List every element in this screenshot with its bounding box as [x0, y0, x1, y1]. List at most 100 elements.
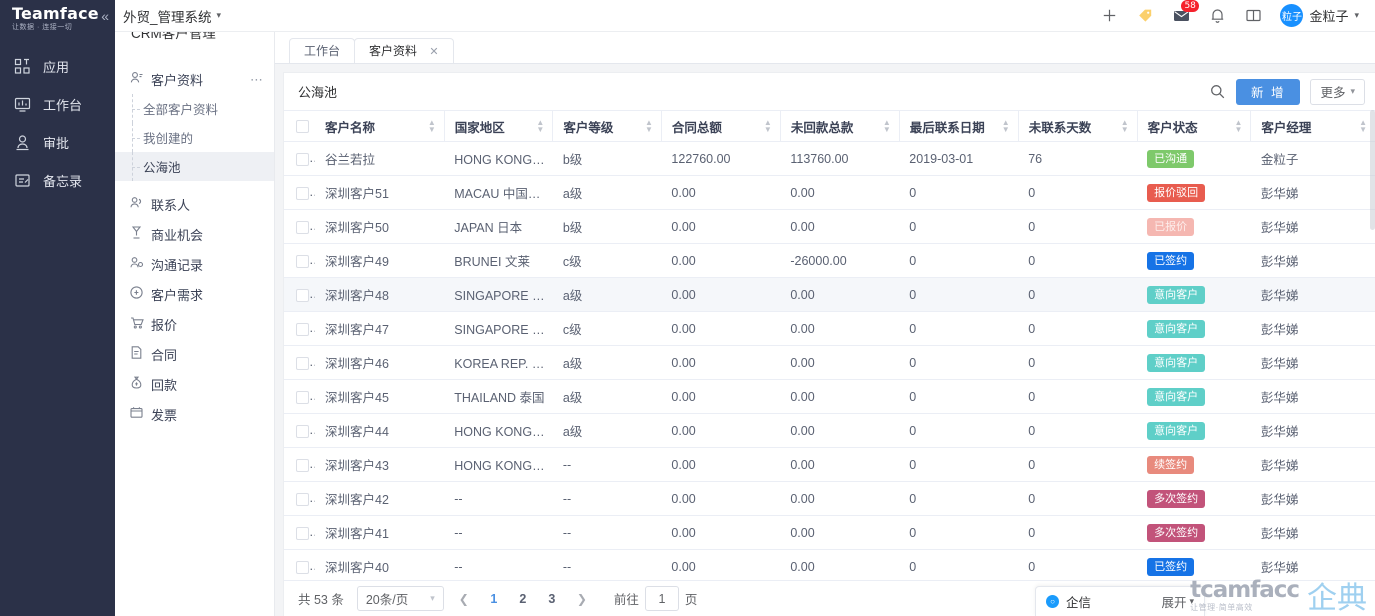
cell-manager: 彭华娣: [1250, 549, 1375, 580]
bell-icon[interactable]: [1208, 6, 1227, 25]
sidebar-item-customer-data[interactable]: 客户资料 ⋯: [115, 64, 274, 94]
sort-icon[interactable]: ▲ ▼: [422, 119, 436, 134]
status-badge: 已签约: [1147, 251, 1195, 270]
more-button[interactable]: 更多 ▾: [1310, 78, 1365, 105]
row-checkbox[interactable]: [296, 424, 309, 438]
prev-page-button[interactable]: ❮: [453, 592, 475, 606]
sidebar-item-public-pool[interactable]: 公海池: [115, 152, 274, 181]
table-row[interactable]: 深圳客户51 MACAU 中国澳门 a级 0.00 0.00 0 0 报价驳回 彭华娣: [284, 175, 1375, 210]
table-row[interactable]: 深圳客户42 -- -- 0.00 0.00 0 0 多次签约 彭华娣: [284, 481, 1375, 516]
row-select-cell: [284, 413, 316, 448]
sort-icon[interactable]: ▲ ▼: [639, 119, 653, 134]
column-header-days-no-contact[interactable]: 未联系天数 ▲ ▼: [1017, 110, 1138, 142]
sidebar-item-contract[interactable]: 合同: [115, 339, 274, 369]
row-checkbox[interactable]: [296, 152, 309, 166]
sidebar-item-created-by-me[interactable]: 我创建的: [115, 123, 274, 152]
page-number-3[interactable]: 3: [542, 592, 562, 606]
column-header-status[interactable]: 客户状态 ▲ ▼: [1136, 110, 1251, 142]
cell-grade: b级: [552, 141, 662, 176]
sidebar-item-approval[interactable]: 审批: [0, 123, 115, 161]
add-button[interactable]: 新 增: [1235, 78, 1301, 105]
sort-icon[interactable]: ▲ ▼: [1228, 119, 1242, 134]
cell-status: 意向客户: [1137, 345, 1251, 380]
sidebar-item-quote[interactable]: 报价: [115, 309, 274, 339]
chat-widget[interactable]: ○ 企信 展开 ▾: [1035, 586, 1205, 616]
tag-icon[interactable]: [1136, 6, 1155, 25]
sidebar-item-opportunity[interactable]: 商业机会: [115, 219, 274, 249]
user-menu[interactable]: 粒子 金粒子 ▾: [1280, 4, 1359, 27]
sort-icon[interactable]: ▲ ▼: [1353, 119, 1367, 134]
table-row[interactable]: 深圳客户45 THAILAND 泰国 a级 0.00 0.00 0 0 意向客户 彭华娣: [284, 379, 1375, 414]
column-header-unpaid-total[interactable]: 未回款总款 ▲ ▼: [779, 110, 900, 142]
sort-icon[interactable]: ▲ ▼: [877, 119, 891, 134]
close-icon[interactable]: ✕: [429, 46, 438, 58]
avatar[interactable]: 粒子: [1280, 4, 1304, 27]
sidebar-item-contacts[interactable]: 联系人: [115, 189, 274, 219]
table-row[interactable]: 深圳客户48SINGAPORE 新加坡⌄a级0.000.0000意向客户彭华娣: [284, 277, 1375, 312]
row-checkbox[interactable]: [296, 288, 309, 302]
sidebar-item-all-customers[interactable]: 全部客户资料: [115, 94, 274, 123]
table-row[interactable]: 深圳客户41 -- -- 0.00 0.00 0 0 多次签约 彭华娣: [284, 515, 1375, 550]
table-row[interactable]: 深圳客户46 KOREA REP. 韩国 a级 0.00 0.00 0 0 意向客户 彭华娣: [284, 345, 1375, 380]
row-checkbox[interactable]: [296, 390, 309, 404]
sidebar-item-communication[interactable]: 沟通记录: [115, 249, 274, 279]
sort-icon[interactable]: ▲ ▼: [996, 119, 1010, 134]
column-header-country[interactable]: 国家地区 ▲ ▼: [443, 110, 553, 142]
row-checkbox[interactable]: [296, 220, 309, 234]
cell-contract-total: 0.00: [661, 243, 781, 278]
sort-icon[interactable]: ▲ ▼: [1115, 119, 1129, 134]
cell-grade: c级: [552, 311, 662, 346]
chat-expand-button[interactable]: 展开 ▾: [1161, 592, 1194, 611]
row-checkbox[interactable]: [296, 186, 309, 200]
tab-customer-data[interactable]: 客户资料 ✕: [354, 38, 454, 63]
table-row[interactable]: 深圳客户47SINGAPORE 新加坡c级0.000.0000意向客户彭华娣: [284, 311, 1375, 346]
chevrons-left-icon[interactable]: «: [101, 9, 109, 23]
system-selector[interactable]: 外贸_管理系统 ▾: [123, 6, 221, 26]
tab-workbench[interactable]: 工作台: [289, 38, 356, 63]
sidebar-item-apps[interactable]: 应用: [0, 47, 115, 85]
column-header-name[interactable]: 客户名称 ▲ ▼: [315, 110, 445, 142]
page-number-2[interactable]: 2: [513, 592, 533, 606]
column-header-manager[interactable]: 客户经理 ▲ ▼: [1250, 110, 1375, 142]
row-checkbox[interactable]: [296, 526, 309, 540]
column-header-contract-total[interactable]: 合同总额 ▲ ▼: [660, 110, 781, 142]
cell-contract-total: 0.00: [661, 413, 781, 448]
table-row[interactable]: 深圳客户43HONG KONG 中国...--0.000.0000续签约彭华娣: [284, 447, 1375, 482]
cell-customer-name: 深圳客户41: [315, 515, 445, 550]
cell-country: HONG KONG 中国...: [444, 413, 553, 448]
mail-icon[interactable]: 58: [1172, 0, 1199, 25]
plus-icon[interactable]: [1100, 6, 1119, 25]
table-row[interactable]: 深圳客户44HONG KONG 中国...a级0.000.0000意向客户彭华娣: [284, 413, 1375, 448]
column-header-grade[interactable]: 客户等级 ▲ ▼: [552, 110, 662, 142]
sort-icon[interactable]: ▲ ▼: [758, 119, 772, 134]
row-checkbox[interactable]: [296, 254, 309, 268]
table-row[interactable]: 深圳客户50 JAPAN 日本 b级 0.00 0.00 0 0 已报价 彭华娣: [284, 209, 1375, 244]
page-size-select[interactable]: 20条/页 ▾: [356, 586, 444, 611]
row-checkbox[interactable]: [296, 322, 309, 336]
sort-icon[interactable]: ▲ ▼: [530, 119, 544, 134]
row-checkbox[interactable]: [296, 492, 309, 506]
book-icon[interactable]: [1244, 6, 1263, 25]
page-number-1[interactable]: 1: [484, 592, 504, 606]
table-row[interactable]: 深圳客户40 -- -- 0.00 0.00 0 0 已签约 彭华娣: [284, 549, 1375, 580]
cell-customer-name: 谷兰若拉: [315, 141, 445, 176]
select-all-checkbox[interactable]: [296, 120, 309, 134]
sidebar-item-invoice[interactable]: 发票: [115, 399, 274, 429]
column-header-last-contact[interactable]: 最后联系日期 ▲ ▼: [898, 110, 1019, 142]
sidebar-item-payment[interactable]: 回款: [115, 369, 274, 399]
next-page-button[interactable]: ❯: [571, 592, 593, 606]
sidebar-item-requirement[interactable]: 客户需求: [115, 279, 274, 309]
table-row[interactable]: 谷兰若拉HONG KONG 中国...b级122760.00113760.002…: [284, 141, 1375, 176]
row-checkbox[interactable]: [296, 458, 309, 472]
status-badge: 已签约: [1147, 557, 1195, 576]
row-checkbox[interactable]: [296, 560, 309, 574]
page-jump-input[interactable]: [644, 586, 679, 611]
row-checkbox[interactable]: [296, 356, 309, 370]
sidebar-item-memo[interactable]: 备忘录: [0, 161, 115, 199]
ellipsis-icon[interactable]: ⋯: [250, 73, 264, 86]
sidebar-item-workbench[interactable]: 工作台: [0, 85, 115, 123]
search-icon[interactable]: [1209, 83, 1226, 100]
cell-status: 报价驳回: [1137, 175, 1251, 210]
table-row[interactable]: 深圳客户49 BRUNEI 文莱 c级 0.00 -26000.00 0 0 已签约 彭华娣: [284, 243, 1375, 278]
vertical-scrollbar[interactable]: [1370, 110, 1375, 230]
